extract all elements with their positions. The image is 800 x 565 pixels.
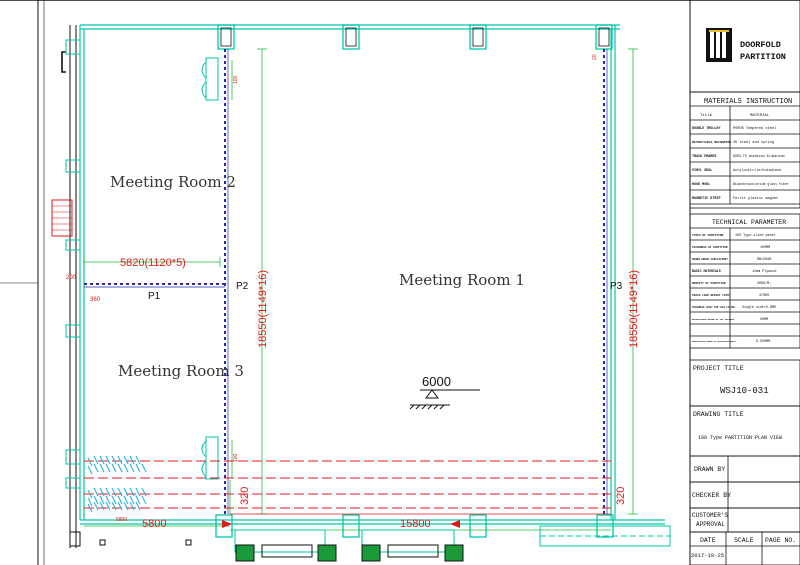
seating-guides [84, 460, 611, 515]
elevation-height: 6000 [422, 374, 451, 389]
dim-small-200: 200 [66, 275, 77, 281]
elevation-marker [409, 389, 480, 410]
technical-row-value: 100 Type slide panel [735, 233, 776, 238]
materials-row-label: HOOK MOUL [692, 183, 710, 187]
partition-lines [84, 49, 608, 514]
drawing-title-value: 100 Type PARTITION PLAN VIEW [698, 435, 782, 441]
dim-p1-span: 5820(1120*5) [120, 257, 186, 269]
brand-name-line2: PARTITION [740, 52, 786, 62]
materials-row-label: VINYL SEAL [692, 169, 712, 173]
drawing-title-label: DRAWING TITLE [693, 411, 744, 418]
technical-heading: TECHNICAL PARAMETER [712, 219, 786, 226]
project-title-label: PROJECT TITLE [693, 365, 744, 372]
technical-row-value: 12mm Plywood [752, 269, 776, 274]
dim-small-100-a: 100 [233, 75, 239, 84]
technical-row-label: TYPES OF PARTITION [692, 234, 723, 237]
partition-label-p3: P3 [610, 281, 623, 292]
technical-row-value: RW=50dB [757, 257, 771, 262]
materials-row-value: Acrylonitrile/butadiene [733, 168, 781, 173]
materials-row-value: 6063-T5 Anodized Aluminium [733, 154, 784, 158]
materials-row-label: TRACK FRAMES [692, 155, 716, 159]
floor-plan-drawing: Meeting Room 2 Meeting Room 3 Meeting Ro… [0, 0, 800, 565]
brand-name-line1: DOORFOLD [740, 40, 781, 50]
materials-col-title: Title [700, 113, 713, 118]
logo-vertical-text: DOORFOLD [706, 45, 709, 60]
room-label-2: Meeting Room 2 [110, 173, 236, 191]
technical-row-label: RETRACTABLE RANGE OF TOP SECTION [692, 318, 735, 321]
left-outer-wall [69, 25, 81, 548]
room-label-1: Meeting Room 1 [399, 271, 525, 289]
technical-row-value: 470KG [759, 294, 769, 298]
project-title-value: WSJ10-031 [720, 386, 769, 396]
technical-row-value: 30KG/M² [757, 281, 771, 286]
dim-bottom-right: 15800 [400, 518, 431, 530]
left-wall-columns [65, 39, 81, 489]
materials-row-label: DOUBLE TROLLEY [692, 127, 721, 131]
customer-label-2: APPROVAL [696, 521, 725, 528]
dim-small-20: 20 [592, 54, 598, 60]
technical-row-label: DENSITY OF PARTITION [692, 282, 726, 285]
technical-row-label: SOUND-PROOF COEFFICIENT [692, 258, 728, 261]
dim-small-360: 360 [90, 297, 101, 303]
chair-rows [87, 455, 147, 513]
materials-row-label: RETRACTABLE MECHANISM [692, 140, 731, 144]
dim-p3-span: 18550(1149*16) [628, 270, 640, 348]
left-wall-features [51, 51, 73, 237]
materials-heading: MATERIALS INSTRUCTION [704, 98, 792, 106]
page-no-label: PAGE NO. [765, 537, 796, 544]
dim-small-5800: 5800 [116, 517, 127, 523]
room-label-3: Meeting Room 3 [118, 362, 244, 380]
materials-row-value: Bioanthracoloride glass fibre [733, 182, 789, 186]
drawn-by-label: DRAWN BY [694, 466, 725, 473]
dimension-lines [83, 48, 638, 531]
dim-bottom-left: 5800 [142, 518, 166, 530]
technical-row-value: 100MM [760, 246, 770, 250]
date-label: DATE [700, 537, 716, 544]
materials-row-label: MAGNETIC STRIP [692, 197, 721, 201]
dim-320-b: 320 [615, 487, 627, 505]
doors [201, 57, 219, 480]
dim-p2-span: 18550(1149*16) [257, 270, 269, 348]
dim-small-100-b: 100 [233, 453, 239, 462]
materials-row-value: PORUS Tempered steel [733, 126, 776, 131]
technical-row-label: RETRACTABLE RANGE OF TELESCOPIC panel [692, 340, 737, 343]
customer-label-1: CUSTOMER'S [692, 512, 728, 519]
technical-row-label: BASIC MATERIALS [692, 269, 721, 273]
dim-320-a: 320 [239, 487, 251, 505]
building-walls [79, 24, 665, 525]
technical-row-value: 30MM [760, 318, 768, 322]
brand-logo [706, 28, 732, 62]
materials-row-value: Ferrit plastic magnet [733, 196, 778, 201]
materials-row-value: 45 steel and spring [733, 140, 774, 145]
partition-label-p2: P2 [236, 281, 249, 292]
partition-label-p1: P1 [148, 291, 161, 302]
technical-row-value: Single side<0.5MM [742, 305, 776, 309]
technical-row-label: TRACK LOAD WEIGHT LIMIT [692, 294, 731, 297]
technical-row-value: 0-500MM [756, 340, 770, 344]
checker-by-label: CHECKER BY [692, 492, 731, 499]
scale-label: SCALE [734, 537, 754, 544]
date-value: 2017-10-25 [691, 552, 724, 559]
technical-row-label: THICKNESS LIMIT FOR FACE FINISH [692, 306, 735, 309]
technical-row-label: THICKNESS OF PARTITION [692, 246, 728, 249]
materials-col-material: MATERIAL [750, 114, 770, 118]
